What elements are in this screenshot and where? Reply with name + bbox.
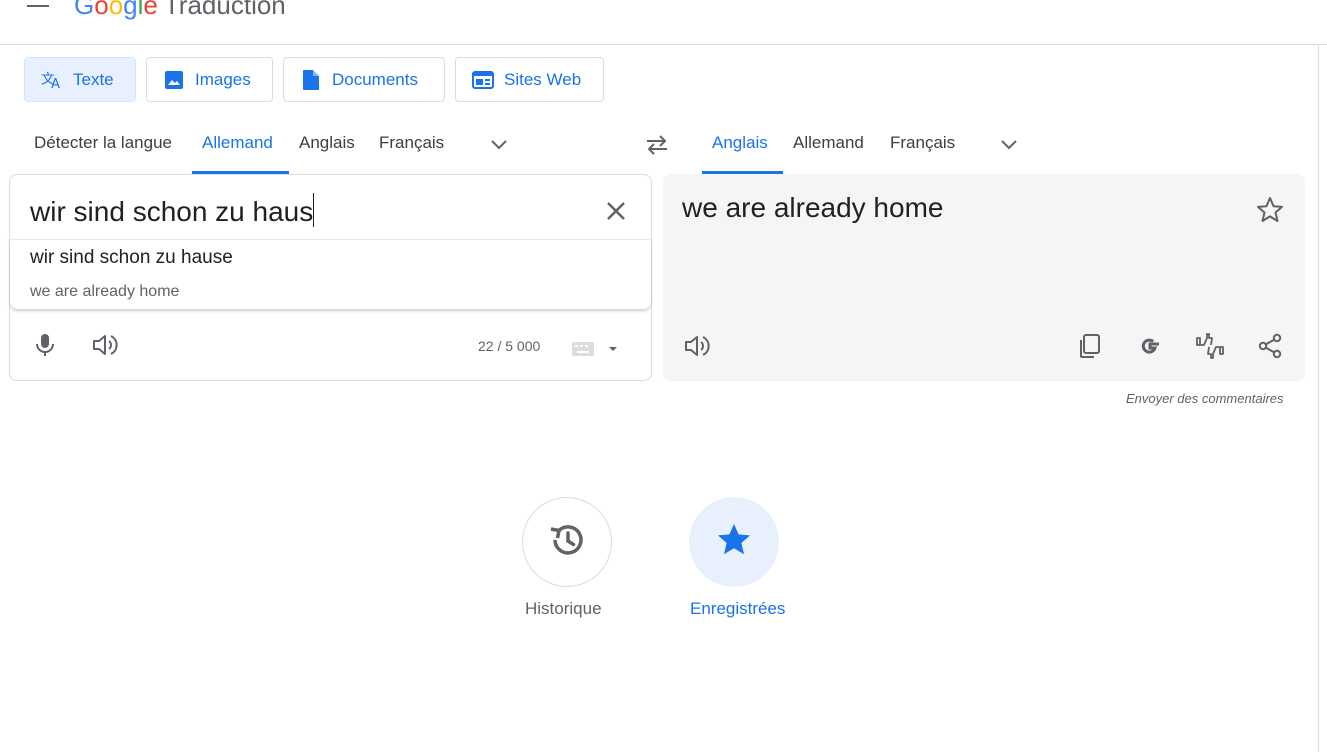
- tab-images-label: Images: [195, 69, 251, 89]
- source-lang-french[interactable]: Français: [379, 133, 444, 153]
- save-translation-star-icon[interactable]: [1254, 194, 1286, 226]
- source-listen-speaker-icon[interactable]: [90, 330, 120, 360]
- saved-button[interactable]: [689, 497, 779, 587]
- source-lang-more-chevron-down-icon[interactable]: [487, 134, 511, 154]
- svg-text:A: A: [51, 77, 60, 91]
- copy-icon[interactable]: [1075, 331, 1105, 361]
- history-icon: [547, 520, 587, 565]
- suggestion-dropdown[interactable]: wir sind schon zu hause we are already h…: [10, 239, 651, 309]
- app-logo[interactable]: Google Traduction: [74, 0, 286, 21]
- tab-documents[interactable]: Documents: [283, 57, 445, 102]
- translation-output: we are already home: [682, 192, 944, 223]
- history-label[interactable]: Historique: [525, 599, 602, 619]
- source-lang-german[interactable]: Allemand: [202, 133, 273, 153]
- character-count: 22 / 5 000: [478, 338, 541, 354]
- send-feedback-link[interactable]: Envoyer des commentaires: [1126, 391, 1284, 406]
- product-name: Traduction: [163, 0, 286, 20]
- document-icon: [300, 69, 322, 91]
- target-lang-french[interactable]: Français: [890, 133, 955, 153]
- target-listen-speaker-icon[interactable]: [682, 331, 712, 361]
- tab-text[interactable]: 文A Texte: [24, 57, 136, 102]
- tab-documents-label: Documents: [332, 69, 418, 89]
- target-lang-more-chevron-down-icon[interactable]: [997, 134, 1021, 154]
- image-icon: [163, 69, 185, 91]
- share-icon[interactable]: [1255, 331, 1285, 361]
- rate-translation-icon[interactable]: [1195, 331, 1225, 361]
- star-filled-icon: [715, 521, 753, 564]
- tab-text-label: Texte: [73, 69, 114, 89]
- google-search-icon[interactable]: [1135, 331, 1165, 361]
- text-caret: [313, 193, 315, 227]
- microphone-icon[interactable]: [30, 330, 60, 360]
- translate-icon: 文A: [41, 69, 63, 91]
- website-icon: [472, 69, 494, 91]
- tab-websites[interactable]: Sites Web: [455, 57, 604, 102]
- app-header: Google Traduction: [0, 0, 1327, 45]
- suggestion-text[interactable]: wir sind schon zu hause: [30, 247, 233, 269]
- clear-text-close-icon[interactable]: [600, 195, 632, 227]
- target-lang-english[interactable]: Anglais: [712, 133, 768, 153]
- suggestion-translation: we are already home: [30, 283, 180, 300]
- target-lang-german[interactable]: Allemand: [793, 133, 864, 153]
- source-lang-detect[interactable]: Détecter la langue: [34, 133, 172, 153]
- saved-label[interactable]: Enregistrées: [690, 599, 785, 619]
- tab-images[interactable]: Images: [146, 57, 273, 102]
- keyboard-icon[interactable]: [571, 338, 627, 360]
- source-text-input[interactable]: wir sind schon zu haus: [30, 193, 315, 228]
- menu-icon[interactable]: [24, 0, 54, 18]
- swap-languages-icon[interactable]: [643, 133, 671, 157]
- history-button[interactable]: [522, 497, 612, 587]
- tab-websites-label: Sites Web: [504, 69, 582, 89]
- page-divider: [1318, 45, 1319, 752]
- source-lang-english[interactable]: Anglais: [299, 133, 355, 153]
